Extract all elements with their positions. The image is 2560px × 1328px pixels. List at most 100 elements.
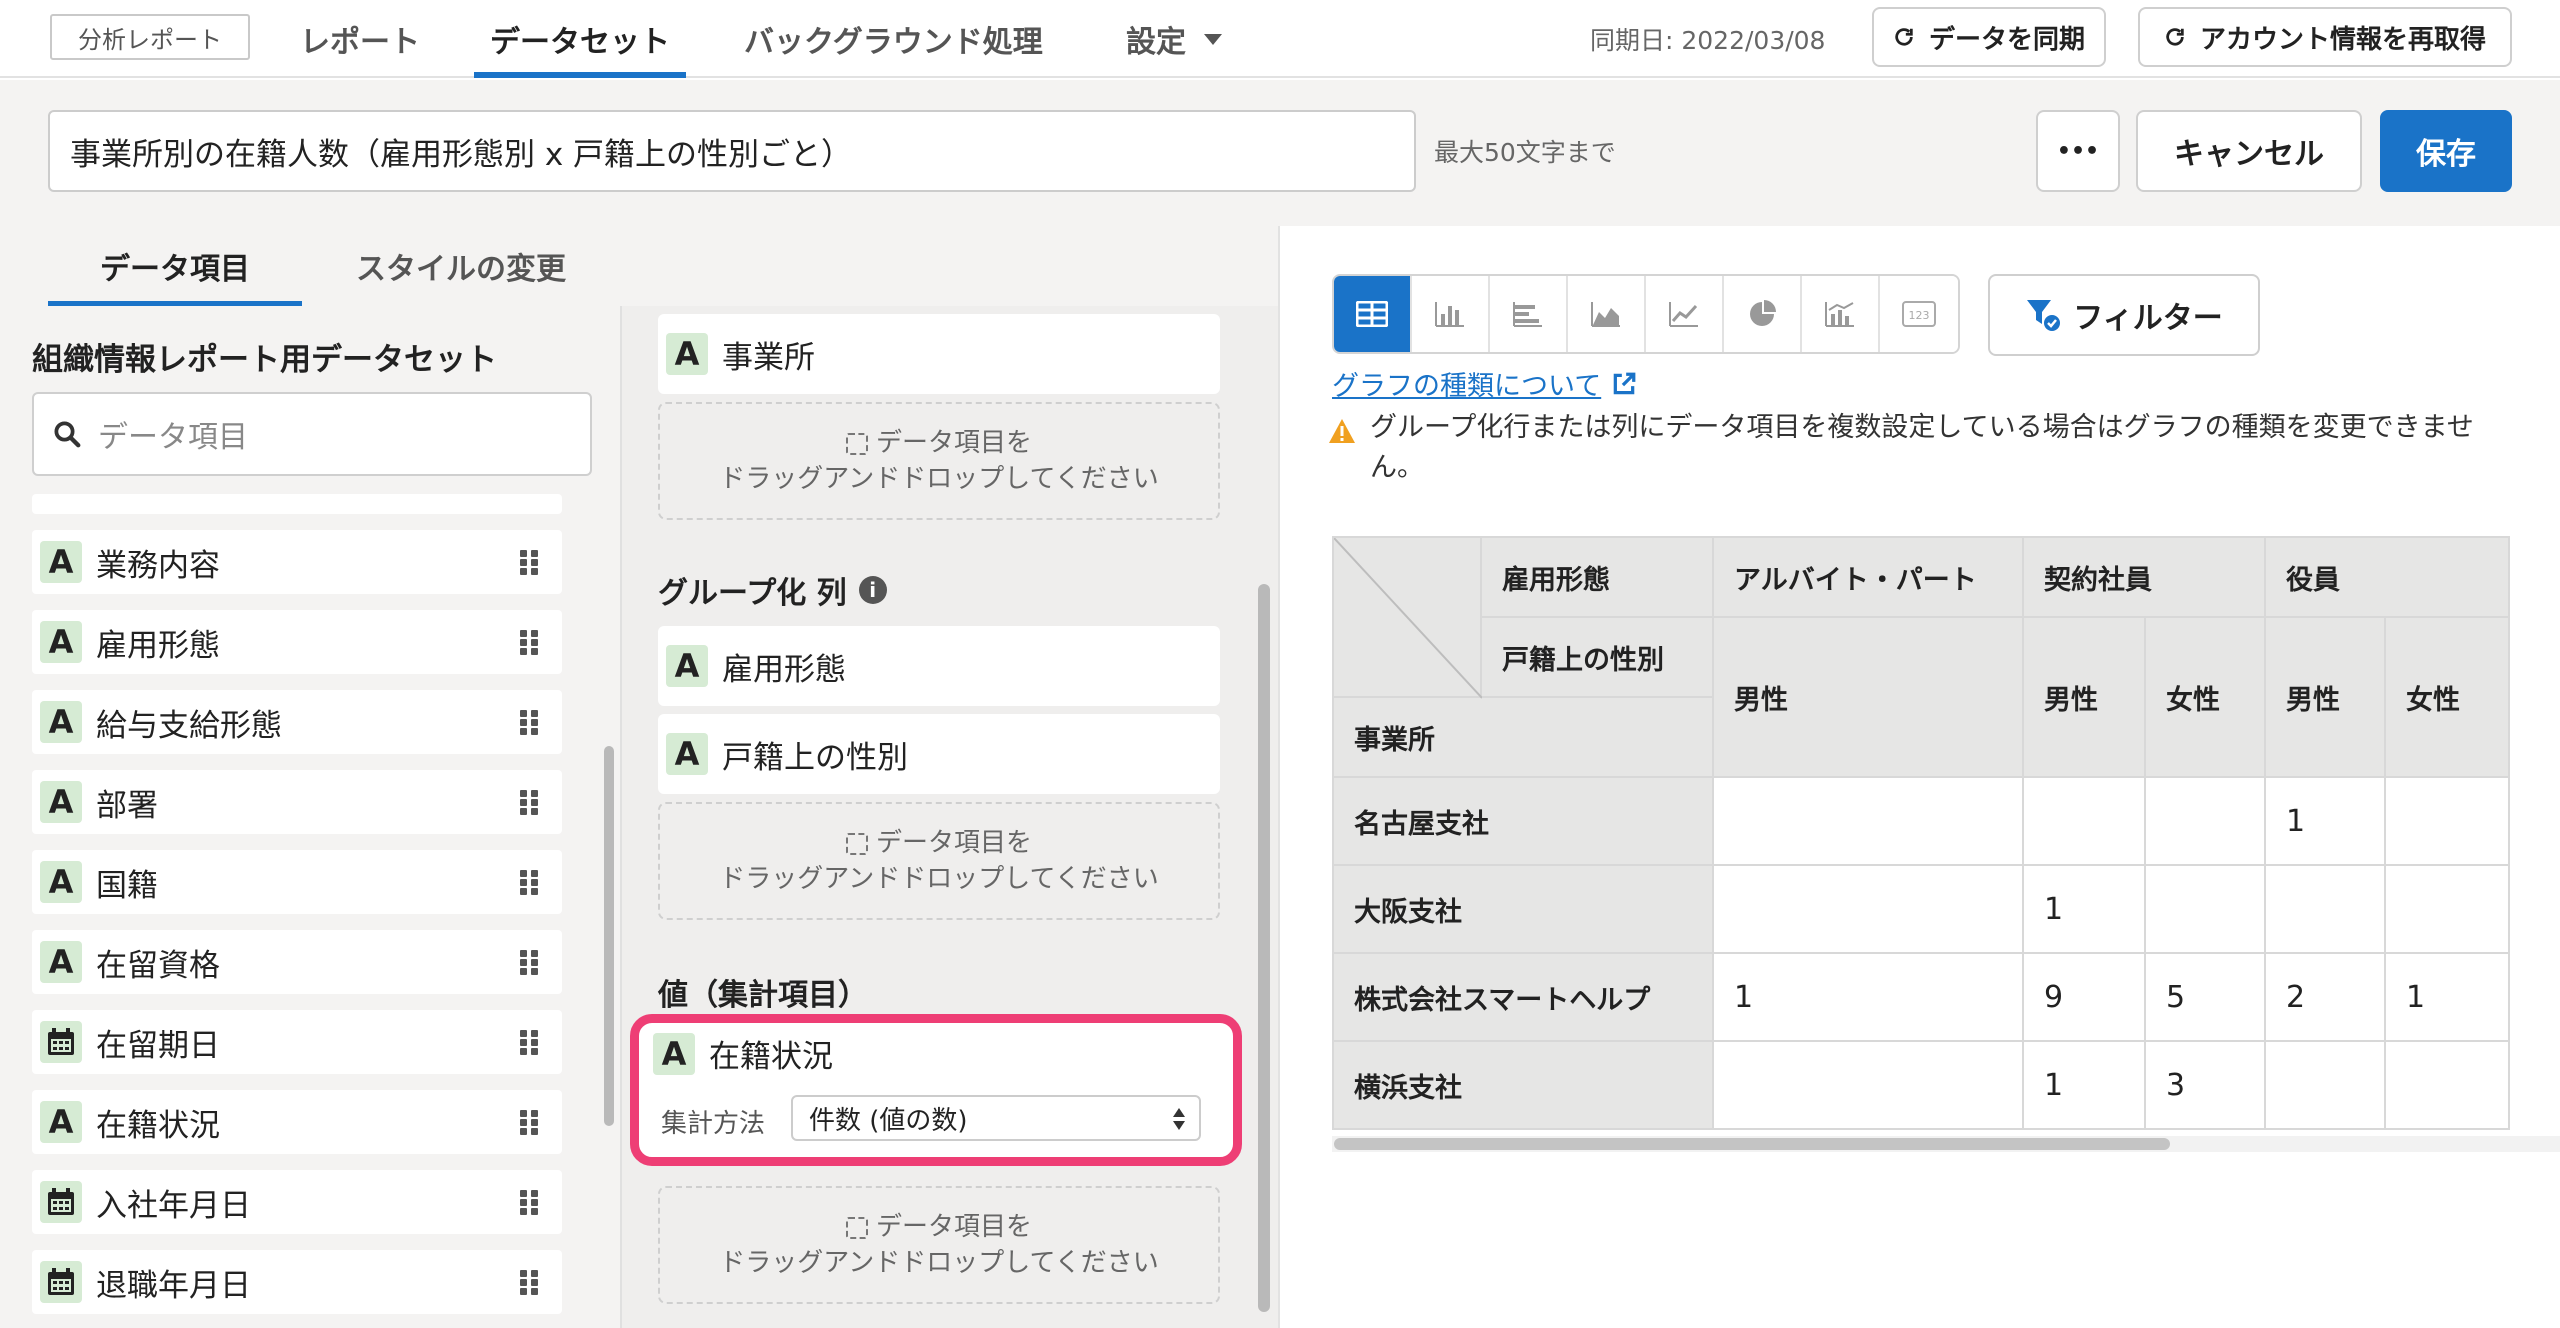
- value-cell: 1: [1712, 952, 2024, 1042]
- report-title-input[interactable]: 事業所別の在籍人数（雇用形態別 x 戸籍上の性別ごと）: [48, 110, 1416, 192]
- warning-text: グループ化行または列にデータ項目を複数設定している場合はグラフの種類を変更できま…: [1370, 412, 2474, 483]
- calendar-icon: [40, 1021, 82, 1063]
- field-list-scrollbar[interactable]: [604, 746, 614, 1126]
- field-item[interactable]: 入社年月日: [32, 1170, 562, 1234]
- drag-handle-icon[interactable]: [520, 550, 540, 576]
- field-item-label: 在留期日: [96, 1027, 220, 1064]
- field-item[interactable]: 退職年月日: [32, 1250, 562, 1314]
- table-horizontal-scrollbar[interactable]: [1334, 1138, 2170, 1150]
- group-col-item[interactable]: A 雇用形態: [658, 626, 1220, 706]
- filter-button[interactable]: フィルター: [1988, 274, 2260, 356]
- gender-header: 女性: [2384, 616, 2510, 778]
- text-type-icon: A: [40, 861, 82, 903]
- chart-type-horizontal-bar[interactable]: [1490, 276, 1568, 352]
- table-row: 株式会社スマートヘルプ 1 9 5 2 1: [1332, 952, 2510, 1042]
- col-header-employment: 雇用形態: [1480, 536, 1714, 618]
- drag-handle-icon[interactable]: [520, 1190, 540, 1216]
- chart-types-help-label: グラフの種類について: [1332, 371, 1602, 402]
- table-row: 大阪支社 1: [1332, 864, 2510, 954]
- drag-handle-icon[interactable]: [520, 790, 540, 816]
- chevron-down-icon: [1204, 33, 1222, 45]
- tab-style[interactable]: スタイルの変更: [330, 226, 592, 306]
- more-options-button[interactable]: •••: [2036, 110, 2120, 192]
- filter-label: フィルター: [2073, 301, 2223, 336]
- value-cell: 5: [2144, 952, 2266, 1042]
- value-cell: 1: [2022, 864, 2146, 954]
- save-button[interactable]: 保存: [2380, 110, 2512, 192]
- value-item-card-highlighted[interactable]: A 在籍状況 集計方法 件数 (値の数): [630, 1014, 1242, 1166]
- nav-tab-report[interactable]: レポート: [300, 0, 420, 78]
- combo-chart-icon: [1825, 302, 1854, 327]
- calendar-icon: [40, 1261, 82, 1303]
- text-type-icon: A: [666, 733, 708, 775]
- field-search-input[interactable]: データ項目: [32, 392, 592, 476]
- field-item[interactable]: A 給与支給形態: [32, 690, 562, 754]
- value-cell: [1712, 776, 2024, 866]
- field-item-label: 部署: [96, 787, 158, 824]
- field-item[interactable]: A 在籍状況: [32, 1090, 562, 1154]
- field-item[interactable]: A 部署: [32, 770, 562, 834]
- value-cell: [2264, 1040, 2386, 1130]
- field-item[interactable]: A 雇用形態: [32, 610, 562, 674]
- group-col-item-label: 雇用形態: [722, 651, 846, 688]
- employment-type-header: アルバイト・パート: [1712, 536, 2024, 618]
- brand-label[interactable]: 分析レポート: [50, 14, 250, 60]
- value-cell: [2144, 864, 2266, 954]
- group-col-title: グループ化 列: [658, 576, 847, 611]
- drag-handle-icon[interactable]: [520, 1030, 540, 1056]
- cancel-button[interactable]: キャンセル: [2136, 110, 2362, 192]
- line-chart-icon: [1669, 302, 1698, 327]
- chart-type-area[interactable]: [1568, 276, 1646, 352]
- drag-handle-icon[interactable]: [520, 1110, 540, 1136]
- chart-type-pie[interactable]: [1724, 276, 1802, 352]
- field-item[interactable]: 在留期日: [32, 1010, 562, 1074]
- field-item-label: 退職年月日: [96, 1267, 251, 1304]
- diagonal-line: [1334, 538, 1482, 699]
- drag-handle-icon[interactable]: [520, 870, 540, 896]
- refetch-account-button[interactable]: アカウント情報を再取得: [2138, 7, 2512, 67]
- row-dropzone[interactable]: データ項目を ドラッグアンドドロップしてください: [658, 402, 1220, 520]
- values-dropzone[interactable]: データ項目を ドラッグアンドドロップしてください: [658, 1186, 1220, 1304]
- row-group-item[interactable]: A 事業所: [658, 314, 1220, 394]
- field-item-label: 業務内容: [96, 547, 220, 584]
- field-item[interactable]: A 国籍: [32, 850, 562, 914]
- aggregation-value: 件数 (値の数): [809, 1105, 968, 1136]
- aggregation-select[interactable]: 件数 (値の数): [791, 1095, 1201, 1141]
- field-item-label: 国籍: [96, 867, 158, 904]
- nav-tab-background[interactable]: バックグラウンド処理: [744, 0, 1043, 78]
- chart-type-number[interactable]: 123: [1880, 276, 1958, 352]
- chart-type-table[interactable]: [1334, 276, 1412, 352]
- config-scrollbar[interactable]: [1258, 584, 1270, 1312]
- group-col-item[interactable]: A 戸籍上の性別: [658, 714, 1220, 794]
- field-item[interactable]: A 在留資格: [32, 930, 562, 994]
- row-group-item-label: 事業所: [722, 339, 815, 376]
- chart-types-help-link[interactable]: グラフの種類について: [1332, 364, 1637, 403]
- chart-type-line[interactable]: [1646, 276, 1724, 352]
- group-col-dropzone[interactable]: データ項目を ドラッグアンドドロップしてください: [658, 802, 1220, 920]
- drag-handle-icon[interactable]: [520, 710, 540, 736]
- value-cell: 2: [2264, 952, 2386, 1042]
- text-type-icon: A: [40, 701, 82, 743]
- area-chart-icon: [1591, 302, 1620, 327]
- text-type-icon: A: [666, 333, 708, 375]
- chart-type-warning: グループ化行または列にデータ項目を複数設定している場合はグラフの種類を変更できま…: [1328, 408, 2478, 488]
- sync-data-button[interactable]: データを同期: [1872, 7, 2106, 67]
- drag-handle-icon[interactable]: [520, 950, 540, 976]
- chart-type-bar[interactable]: [1412, 276, 1490, 352]
- values-heading: 値（集計項目）: [658, 978, 868, 1013]
- field-item[interactable]: A 業務内容: [32, 530, 562, 594]
- tab-data-items[interactable]: データ項目: [48, 226, 302, 306]
- drag-handle-icon[interactable]: [520, 1270, 540, 1296]
- horizontal-bar-icon: [1513, 302, 1542, 327]
- drag-handle-icon[interactable]: [520, 630, 540, 656]
- report-header: 事業所別の在籍人数（雇用形態別 x 戸籍上の性別ごと） 最大50文字まで •••…: [0, 80, 2560, 226]
- table-icon: [1356, 301, 1388, 327]
- field-item-partial[interactable]: [32, 494, 562, 514]
- nav-tab-dataset[interactable]: データセット: [474, 0, 686, 78]
- chart-type-combo[interactable]: [1802, 276, 1880, 352]
- info-icon[interactable]: i: [858, 576, 887, 604]
- nav-tab-settings[interactable]: 設定: [1126, 0, 1222, 78]
- text-type-icon: A: [40, 1101, 82, 1143]
- field-item-label: 給与支給形態: [96, 707, 282, 744]
- office-name-cell: 大阪支社: [1332, 864, 1714, 954]
